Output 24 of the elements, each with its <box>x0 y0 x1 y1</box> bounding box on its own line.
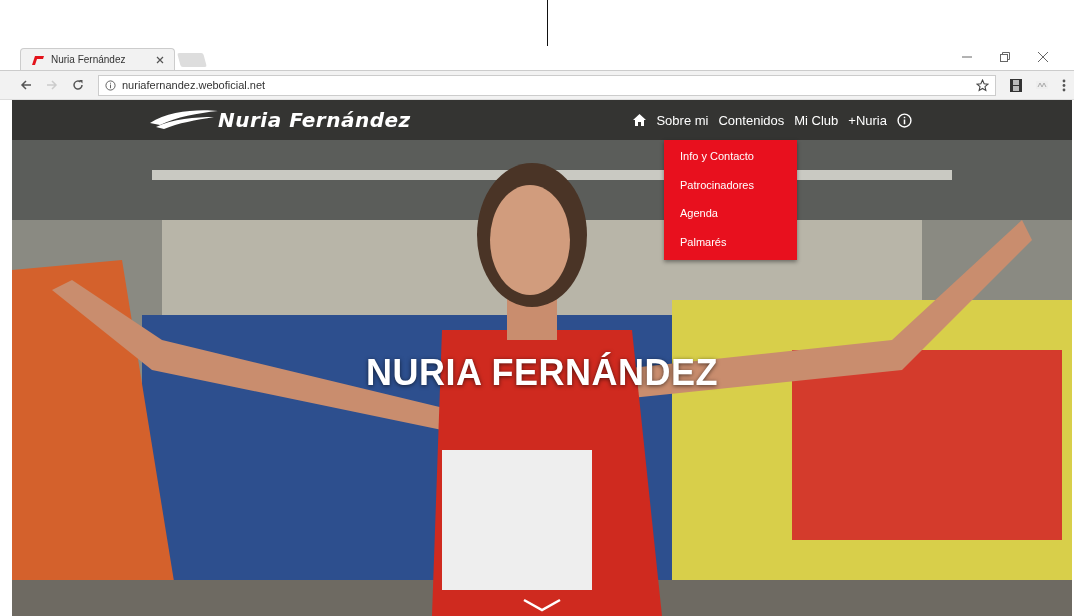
browser-tab[interactable]: Nuria Fernández <box>20 48 175 70</box>
menu-item[interactable]: Info y Contacto <box>680 150 797 163</box>
nav-link[interactable]: +Nuria <box>848 112 887 128</box>
info-icon[interactable] <box>897 112 912 128</box>
nav-link[interactable]: Mi Club <box>794 112 839 128</box>
info-icon <box>105 79 116 91</box>
logo[interactable]: Nuria Fernández <box>148 108 411 132</box>
close-icon[interactable] <box>1038 52 1048 62</box>
menu-item[interactable]: Palmarés <box>680 235 797 248</box>
home-icon[interactable] <box>633 114 647 126</box>
film-icon[interactable] <box>1010 78 1022 92</box>
reload-icon[interactable] <box>72 79 84 91</box>
menu-item[interactable]: Patrocinadores <box>680 178 797 191</box>
restore-icon[interactable] <box>1000 52 1010 62</box>
star-icon[interactable] <box>976 78 989 92</box>
nav-link[interactable]: Contenidos <box>718 112 785 128</box>
chevron-down-icon[interactable] <box>522 598 562 612</box>
nav-link[interactable]: Sobre mi <box>656 112 709 128</box>
menu-item[interactable]: Agenda <box>680 207 797 220</box>
site-favicon-icon <box>31 53 45 66</box>
close-tab-icon[interactable] <box>156 55 164 64</box>
back-arrow-icon[interactable] <box>20 79 32 91</box>
address-field[interactable]: nuriafernandez.weboficial.net <box>98 74 996 96</box>
menu-dots-icon[interactable] <box>1062 78 1066 92</box>
